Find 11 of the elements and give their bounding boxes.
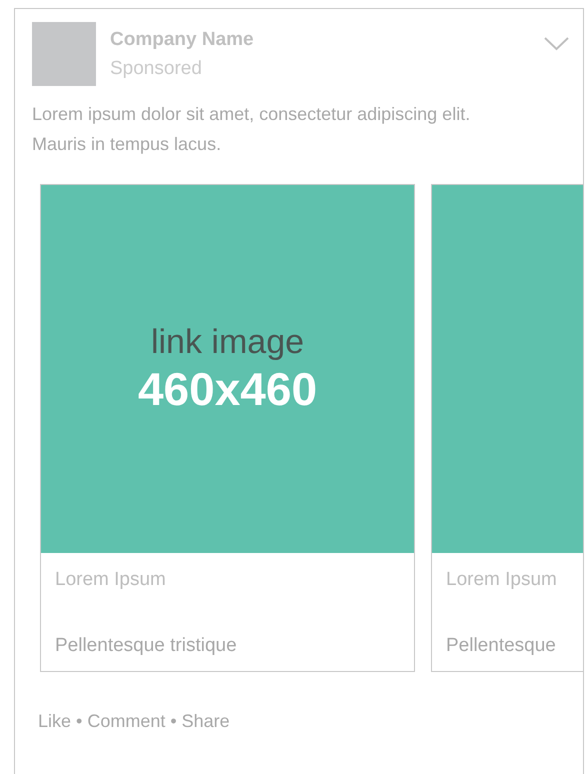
- company-name: Company Name: [110, 28, 254, 52]
- post-text: Lorem ipsum dolor sit amet, consectetur adipiscing elit. Mauris in tempus lacus.: [31, 103, 472, 156]
- image-size: 460x460: [138, 362, 318, 416]
- card-title: Lorem Ipsum: [55, 568, 167, 592]
- card-title: Lorem Ipsum: [446, 568, 558, 592]
- card-description: Pellentesque: [446, 634, 557, 658]
- image-caption: link image: [150, 322, 304, 362]
- card-description: Pellentesque tristique: [55, 634, 238, 658]
- avatar-placeholder: [32, 22, 96, 86]
- action-links: Like • Comment • Share: [37, 710, 231, 733]
- chevron-down-icon[interactable]: [544, 37, 569, 51]
